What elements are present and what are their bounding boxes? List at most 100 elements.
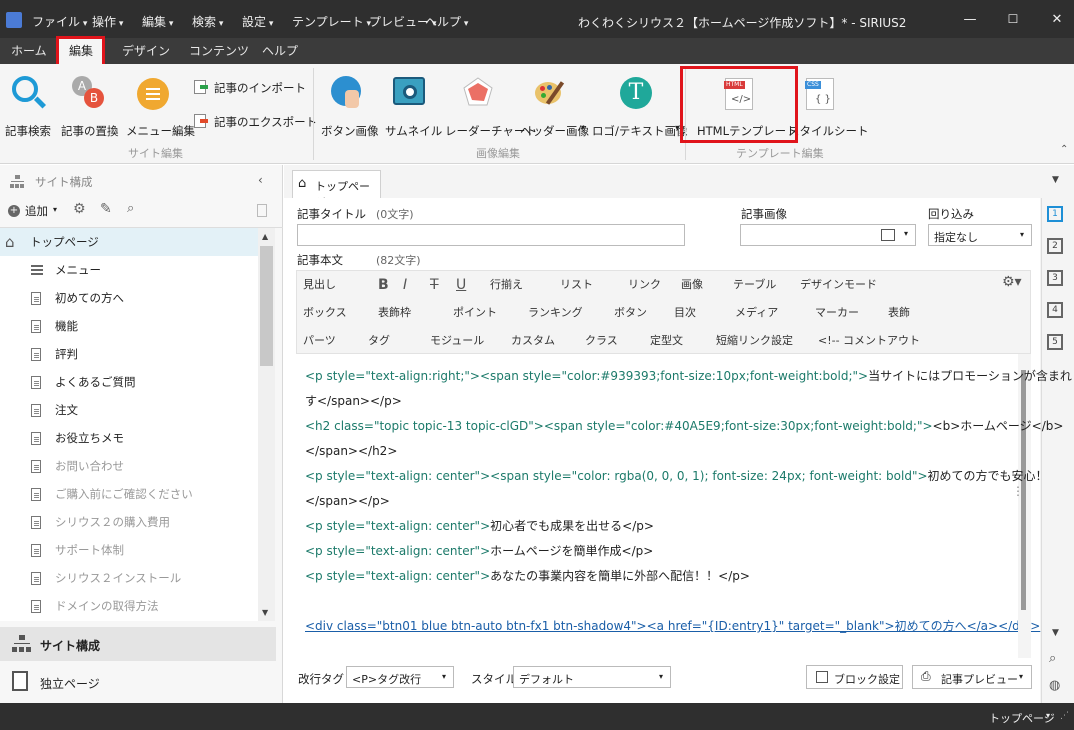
style-select[interactable]: デフォルト ▾	[513, 666, 671, 688]
tree-item[interactable]: 注文	[0, 396, 258, 424]
toolbar-button[interactable]: 目次	[674, 302, 696, 324]
toolbar-button[interactable]: カスタム	[511, 330, 555, 352]
toolbar-button[interactable]: ポイント	[453, 302, 497, 324]
toolbar-button[interactable]: リンク	[628, 274, 661, 296]
article-image-field[interactable]: ▾	[740, 224, 916, 246]
add-dropdown-icon[interactable]: ▾	[53, 205, 57, 214]
toolbar-button[interactable]: 表飾	[888, 302, 910, 324]
toolbar-button[interactable]: メディア	[735, 302, 778, 324]
rail-page-5-icon[interactable]: 5	[1047, 334, 1063, 350]
status-page[interactable]: トップページ	[989, 710, 1055, 726]
article-search-button[interactable]: 記事検索	[5, 123, 51, 139]
ribbon-collapse-icon[interactable]: ⌃	[1060, 144, 1068, 155]
toolbar-button[interactable]: B	[378, 274, 389, 296]
rail-down-icon[interactable]: ▼	[1052, 628, 1059, 638]
header-image-dropdown-icon[interactable]: ▾	[581, 123, 585, 132]
tab-design[interactable]: デザイン	[122, 38, 170, 64]
menu-edit[interactable]: 編集	[142, 0, 173, 38]
chevron-down-icon[interactable]: ▾	[1019, 672, 1023, 681]
menu-settings[interactable]: 設定	[242, 0, 273, 38]
logo-text-image-button[interactable]: ロゴ/テキスト画像	[592, 123, 688, 139]
rail-page-3-icon[interactable]: 3	[1047, 270, 1063, 286]
rail-page-2-icon[interactable]: 2	[1047, 238, 1063, 254]
add-icon[interactable]: +	[8, 205, 20, 217]
toolbar-button[interactable]: 見出し	[303, 274, 336, 296]
close-button[interactable]: ✕	[1049, 12, 1065, 27]
search-icon[interactable]: ⌕	[127, 201, 134, 216]
toolbar-button[interactable]: <!-- コメントアウト	[818, 330, 920, 352]
toolbar-button[interactable]: U	[456, 274, 466, 296]
toolbar-button[interactable]: I	[403, 274, 407, 296]
toolbar-button[interactable]: テーブル	[733, 274, 776, 296]
globe-icon[interactable]: ◍	[1049, 678, 1060, 693]
wrap-select[interactable]: 指定なし ▾	[928, 224, 1032, 246]
tree-item[interactable]: 評判	[0, 340, 258, 368]
toolbar-button[interactable]: 画像	[681, 274, 703, 296]
tab-contents[interactable]: コンテンツ	[189, 38, 249, 64]
tree-scrollbar[interactable]: ▲ ▼	[258, 228, 275, 621]
toolbar-button[interactable]: モジュール	[430, 330, 484, 352]
block-setting-button[interactable]: ブロック設定	[806, 665, 903, 689]
toolbar-button[interactable]: パーツ	[303, 330, 336, 352]
toolbar-button[interactable]: 短縮リンク設定	[716, 330, 793, 352]
menu-edit-button[interactable]: メニュー編集	[126, 123, 195, 139]
tree-item[interactable]: ドメインの取得方法	[0, 592, 258, 620]
code-scrollbar[interactable]	[1018, 354, 1031, 658]
header-image-button[interactable]: ヘッダー画像	[520, 123, 589, 139]
toolbar-button[interactable]: ボタン	[614, 302, 647, 324]
tree-item[interactable]: よくあるご質問	[0, 368, 258, 396]
toolbar-button[interactable]: ボックス	[303, 302, 347, 324]
toolbar-button[interactable]: デザインモード	[800, 274, 877, 296]
menu-operation[interactable]: 操作	[92, 0, 123, 38]
article-replace-button[interactable]: 記事の置換	[61, 123, 119, 139]
status-dropdown-icon[interactable]: ▾	[1046, 711, 1050, 720]
tree-item[interactable]: サポート体制	[0, 536, 258, 564]
tree-item-top-page[interactable]: ⌂ トップページ	[0, 228, 258, 256]
tree-item[interactable]: シリウス２の購入費用	[0, 508, 258, 536]
tree-item[interactable]: 機能	[0, 312, 258, 340]
panel-collapse-icon[interactable]: ‹	[258, 173, 263, 187]
menu-help[interactable]: ヘルプ	[425, 0, 468, 38]
tree-item[interactable]: お問い合わせ	[0, 452, 258, 480]
article-export-button[interactable]: 記事のエクスポート	[214, 114, 317, 130]
tree-item[interactable]: 初めての方へ	[0, 284, 258, 312]
tab-list-dropdown-icon[interactable]: ▼	[1052, 175, 1059, 185]
logo-text-dropdown-icon[interactable]: ▾	[675, 123, 679, 132]
tab-help[interactable]: ヘルプ	[262, 38, 298, 64]
code-link-line[interactable]: <div class="btn01 blue btn-auto btn-fx1 …	[305, 617, 1040, 634]
rail-page-1-icon[interactable]: 1	[1047, 206, 1063, 222]
toolbar-button[interactable]: 表飾枠	[378, 302, 411, 324]
rail-page-4-icon[interactable]: 4	[1047, 302, 1063, 318]
footer-independent-pages[interactable]: 独立ページ	[0, 665, 276, 699]
gear-icon[interactable]: ⚙	[73, 201, 86, 217]
button-image-button[interactable]: ボタン画像	[321, 123, 379, 139]
tree-item[interactable]: お役立ちメモ	[0, 424, 258, 452]
tab-home[interactable]: ホーム	[11, 38, 47, 64]
doc-tab[interactable]: ⌂ トップページ*	[292, 170, 381, 209]
article-import-button[interactable]: 記事のインポート	[214, 80, 306, 96]
toolbar-button[interactable]: 定型文	[650, 330, 683, 352]
article-title-input[interactable]	[297, 224, 685, 246]
maximize-button[interactable]: ☐	[1005, 12, 1021, 26]
toolbar-button[interactable]: クラス	[585, 330, 618, 352]
toolbar-settings-gear-icon[interactable]: ⚙▾	[1002, 274, 1022, 290]
add-button[interactable]: 追加	[25, 203, 48, 219]
splitter-handle-icon[interactable]: ⋮	[1012, 484, 1024, 498]
menu-search[interactable]: 検索	[192, 0, 223, 38]
tree-item[interactable]: メニュー	[0, 256, 258, 284]
trash-icon[interactable]	[257, 204, 267, 217]
menu-template[interactable]: テンプレート	[292, 0, 371, 38]
toolbar-button[interactable]: 行揃え	[490, 274, 523, 296]
linebreak-select[interactable]: <P>タグ改行 ▾	[346, 666, 454, 688]
toolbar-button[interactable]: T	[430, 274, 439, 296]
stylesheet-button[interactable]: スタイルシート	[788, 123, 869, 139]
minimize-button[interactable]: —	[962, 12, 978, 27]
article-preview-button[interactable]: ⎙ 記事プレビュー ▾	[912, 665, 1032, 689]
code-editor[interactable]	[296, 354, 1018, 658]
tree-item[interactable]: ご購入前にご確認ください	[0, 480, 258, 508]
image-dropdown-icon[interactable]: ▾	[904, 229, 908, 238]
resize-grip-icon[interactable]: ⋰	[1060, 711, 1069, 721]
toolbar-button[interactable]: リスト	[560, 274, 593, 296]
menu-file[interactable]: ファイル	[32, 0, 87, 38]
zoom-icon[interactable]: ⌕	[1049, 651, 1056, 666]
